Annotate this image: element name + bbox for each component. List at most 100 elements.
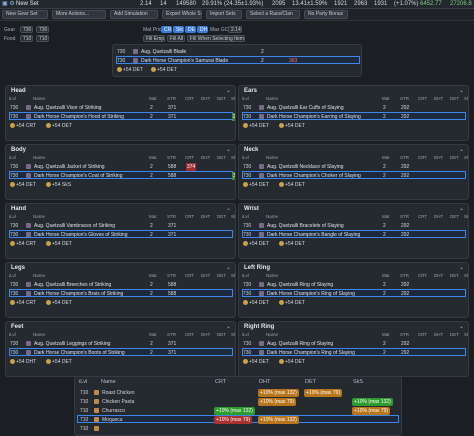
meld-entry[interactable]: +54 DET (243, 240, 269, 249)
column-header[interactable]: SkS (231, 332, 235, 337)
column-header[interactable]: STR (400, 273, 409, 278)
meld-entry[interactable]: +54 DET (279, 299, 305, 308)
prio-det[interactable]: DET (185, 26, 196, 33)
meld-entry[interactable]: +54 DET (46, 122, 72, 131)
column-header[interactable]: SkS (464, 273, 468, 278)
column-header[interactable]: DHT (434, 273, 443, 278)
meld-entry[interactable]: +54 DET (243, 358, 269, 367)
column-header[interactable]: iLvl (242, 273, 249, 278)
column-header[interactable]: Mat (382, 96, 390, 101)
item-row[interactable]: 730 Dark Horse Champion's Boots of Striki… (9, 348, 233, 356)
item-row[interactable]: 730 Aug. Quetzalli Leggings of Striking 2 3… (9, 339, 233, 347)
chevron-down-icon[interactable]: ⌄ (226, 146, 231, 153)
gear-ilvl-min[interactable]: 730 (20, 26, 33, 33)
item-row[interactable]: 730 Dark Horse Champion's Ring of Slaying… (242, 289, 466, 297)
column-header[interactable]: DET (217, 155, 226, 160)
prio-dht[interactable]: DHT (197, 26, 208, 33)
prio-sks[interactable]: SkS (173, 26, 184, 33)
column-header[interactable]: DHT (201, 155, 210, 160)
import-sets-button[interactable]: Import Sets (206, 10, 242, 19)
food-row[interactable]: 710 Chicken Pasta +10% (max 79) +10% (max 1… (77, 397, 399, 406)
chevron-down-icon[interactable]: ⌄ (459, 146, 464, 153)
column-header[interactable]: CRT (418, 332, 427, 337)
item-row[interactable]: 730 Dark Horse Champion's Brais of Striki… (9, 289, 233, 297)
column-header[interactable]: SkS (464, 332, 468, 337)
export-sheet-button[interactable]: Export Whole Sheet (162, 10, 202, 19)
item-row[interactable]: 730 Dark Horse Champion's Earring of Slay… (242, 112, 466, 120)
more-actions-button[interactable]: More Actions... (52, 10, 106, 19)
column-header[interactable]: SkS (464, 96, 468, 101)
column-header[interactable]: DHT (201, 96, 210, 101)
column-header[interactable]: CRT (185, 155, 194, 160)
column-header[interactable]: DHT (434, 96, 443, 101)
item-row[interactable]: 730 Dark Horse Champion's Ring of Slaying… (242, 348, 466, 356)
column-header[interactable]: DHT (434, 214, 443, 219)
column-header[interactable]: Name (33, 332, 45, 337)
column-header[interactable]: DHT (201, 332, 210, 337)
set-name-tab[interactable]: New Set (16, 0, 39, 8)
column-header[interactable]: Name (266, 332, 278, 337)
item-row[interactable]: 730 Dark Horse Champion's Coat of Strikin… (9, 171, 235, 180)
weapon-row-1[interactable]: 730 Aug. Quetzalli Blade 2 (116, 47, 360, 55)
column-header[interactable]: iLvl (9, 96, 16, 101)
column-header[interactable]: DET (450, 332, 459, 337)
item-row[interactable]: 730 Dark Horse Champion's Hood of Strikin… (9, 112, 235, 121)
column-header[interactable]: Name (33, 155, 45, 160)
column-header[interactable]: DET (450, 214, 459, 219)
column-header[interactable]: iLvl (9, 155, 16, 160)
meld-entry[interactable]: +54 DET (243, 122, 269, 131)
column-header[interactable]: Mat (149, 273, 157, 278)
column-header[interactable]: DET (217, 332, 226, 337)
column-header[interactable]: Name (266, 155, 278, 160)
chevron-down-icon[interactable]: ⌄ (459, 87, 464, 94)
column-header[interactable]: CRT (185, 273, 194, 278)
column-header[interactable]: Mat (149, 214, 157, 219)
meld-entry[interactable]: +54 CRT (10, 240, 36, 249)
chevron-down-icon[interactable]: ⌄ (459, 323, 464, 330)
column-header[interactable]: SkS (231, 155, 235, 160)
column-header[interactable]: CRT (418, 155, 427, 160)
column-header[interactable]: CRT (418, 214, 427, 219)
food-ilvl-max[interactable]: 710 (36, 35, 49, 42)
chevron-down-icon[interactable]: ⌄ (226, 264, 231, 271)
column-header[interactable]: Mat (382, 155, 390, 160)
item-row[interactable]: 730 Dark Horse Champion's Bangle of Slayi… (242, 230, 466, 238)
column-header[interactable]: SkS (464, 214, 468, 219)
column-header[interactable]: CRT (418, 273, 427, 278)
column-header[interactable]: Mat (382, 273, 390, 278)
max-gcd-input[interactable]: 2.14 (228, 26, 242, 33)
column-header[interactable]: DHT (201, 273, 210, 278)
column-header[interactable]: DHT (434, 155, 443, 160)
meld-entry[interactable]: +54 DET (46, 240, 72, 249)
weapon-row-2[interactable]: 730 Dark Horse Champion's Samurai Blade … (116, 56, 360, 64)
chevron-down-icon[interactable]: ⌄ (459, 264, 464, 271)
column-header[interactable]: STR (167, 332, 176, 337)
item-row[interactable]: 730 Aug. Quetzalli Vambraces of Striking 2… (9, 221, 233, 229)
column-header[interactable]: DHT (434, 332, 443, 337)
column-header[interactable]: STR (167, 155, 176, 160)
column-header[interactable]: Name (33, 96, 45, 101)
column-header[interactable]: iLvl (9, 214, 16, 219)
column-header[interactable]: Name (33, 214, 45, 219)
column-header[interactable]: Mat (382, 214, 390, 219)
column-header[interactable]: iLvl (242, 332, 249, 337)
party-bonus-select[interactable]: No Party Bonus (304, 10, 348, 19)
column-header[interactable]: STR (400, 155, 409, 160)
food-row[interactable]: 710 Roast Chicken +10% (max 132) +10% (max … (77, 388, 399, 397)
meld-entry[interactable]: +54 DET (279, 122, 305, 131)
meld-entry[interactable]: +54 DET (279, 358, 305, 367)
add-simulation-button[interactable]: Add Simulation (110, 10, 158, 19)
column-header[interactable]: DET (217, 214, 226, 219)
meld-entry[interactable]: +54 DET (279, 181, 305, 190)
prio-crt[interactable]: CRT (161, 26, 172, 33)
column-header[interactable]: DET (217, 96, 226, 101)
column-header[interactable]: Mat (149, 332, 157, 337)
column-header[interactable]: iLvl (242, 155, 249, 160)
column-header[interactable]: DET (217, 273, 226, 278)
item-row[interactable]: 730 Aug. Quetzalli Breeches of Striking 2 5… (9, 280, 233, 288)
column-header[interactable]: CRT (185, 214, 194, 219)
chevron-down-icon[interactable]: ⌄ (226, 87, 231, 94)
column-header[interactable]: CRT (418, 96, 427, 101)
column-header[interactable]: iLvl (242, 214, 249, 219)
column-header[interactable]: DHT (201, 214, 210, 219)
